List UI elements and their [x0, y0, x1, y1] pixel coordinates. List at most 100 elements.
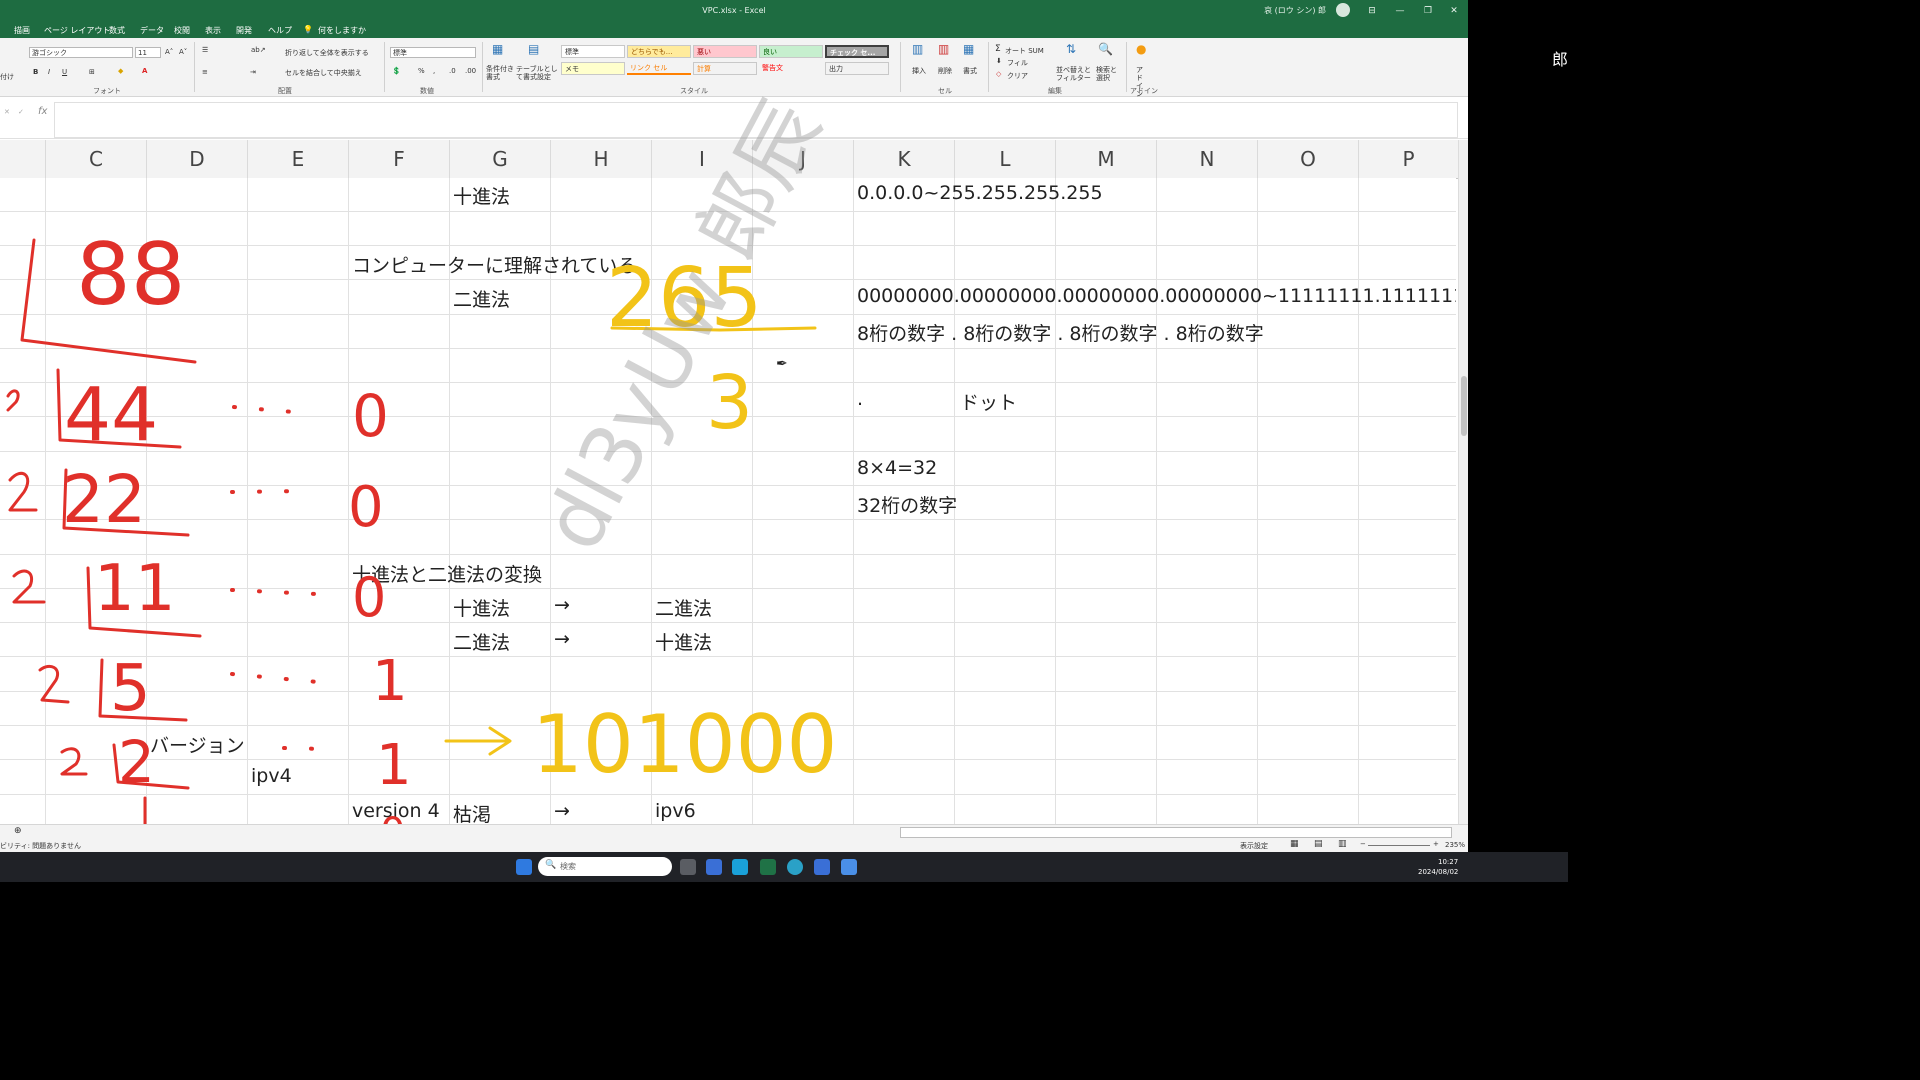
column-header-k[interactable]: K: [853, 140, 954, 178]
tab-page-layout[interactable]: ページ レイアウト: [44, 25, 110, 36]
addins-icon[interactable]: ●: [1136, 42, 1146, 56]
column-header-p[interactable]: P: [1358, 140, 1458, 178]
decimal-increase-icon[interactable]: .0: [449, 67, 456, 75]
cell-k-dot-char[interactable]: .: [857, 388, 863, 410]
cell-k-ip-range-decimal[interactable]: 0.0.0.0~255.255.255.255: [857, 182, 1103, 204]
cell-k-formula-32[interactable]: 8×4=32: [857, 457, 937, 479]
indent-icon[interactable]: ⇥: [250, 68, 256, 76]
format-cells-icon[interactable]: ▦: [963, 42, 974, 56]
windows-start-icon[interactable]: [516, 859, 532, 875]
number-format-select[interactable]: 標準: [390, 47, 476, 58]
delete-cells-button[interactable]: 削除: [938, 66, 952, 76]
accessibility-status[interactable]: ビリティ: 問題ありません: [0, 841, 81, 851]
cell-i14[interactable]: 十進法: [655, 628, 712, 655]
cell-l-dot-label[interactable]: ドット: [960, 388, 1017, 415]
confirm-entry-icon[interactable]: ✓: [18, 108, 24, 116]
percent-icon[interactable]: %: [418, 67, 425, 75]
excel-icon[interactable]: [760, 859, 776, 875]
column-header-c[interactable]: C: [45, 140, 146, 178]
cell-g13[interactable]: 十進法: [453, 594, 510, 621]
zoom-in-icon[interactable]: +: [1433, 840, 1439, 848]
tab-view[interactable]: 表示: [205, 25, 221, 36]
column-header-d[interactable]: D: [146, 140, 247, 178]
find-select-button[interactable]: 検索と 選択: [1096, 66, 1120, 82]
table-format-button[interactable]: テーブルとして書式設定: [516, 65, 558, 81]
cell-g-exhaustion[interactable]: 枯渇: [453, 800, 491, 824]
style-bad[interactable]: 悪い: [693, 45, 757, 58]
decrease-font-icon[interactable]: A˅: [179, 48, 187, 56]
cell-f-conversion-title[interactable]: 十進法と二進法の変換: [352, 560, 542, 587]
sort-filter-button[interactable]: 並べ替えと フィルター: [1056, 66, 1092, 82]
increase-font-icon[interactable]: A˄: [165, 48, 173, 56]
taskbar-search[interactable]: 🔍 検索: [538, 857, 672, 876]
style-memo[interactable]: メモ: [561, 62, 625, 75]
clear-icon[interactable]: ◇: [996, 70, 1001, 78]
cell-h13-arrow[interactable]: →: [554, 594, 570, 616]
ribbon-display-button[interactable]: ⊟: [1362, 2, 1382, 20]
app-icon[interactable]: [841, 859, 857, 875]
zoom-out-icon[interactable]: −: [1360, 840, 1366, 848]
vertical-scroll-thumb[interactable]: [1461, 376, 1467, 436]
font-color-icon[interactable]: A: [142, 67, 147, 75]
font-size-select[interactable]: 11: [135, 47, 161, 58]
cell-f-version4[interactable]: version 4: [352, 800, 440, 822]
paste-label[interactable]: 付け: [0, 72, 14, 82]
italic-button[interactable]: I: [48, 68, 50, 76]
column-header-o[interactable]: O: [1257, 140, 1358, 178]
cell-i-ipv6[interactable]: ipv6: [655, 800, 696, 822]
avatar[interactable]: [1336, 3, 1350, 17]
conditional-format-button[interactable]: 条件付き書式: [486, 65, 516, 81]
decimal-decrease-icon[interactable]: .00: [465, 67, 476, 75]
column-header-m[interactable]: M: [1055, 140, 1156, 178]
column-header-g[interactable]: G: [449, 140, 550, 178]
autosum-icon[interactable]: Σ: [995, 44, 1001, 54]
cell-g14[interactable]: 二進法: [453, 628, 510, 655]
comma-icon[interactable]: ,: [433, 67, 435, 75]
tab-review[interactable]: 校閲: [174, 25, 190, 36]
insert-cells-button[interactable]: 挿入: [912, 66, 926, 76]
normal-view-icon[interactable]: ▦: [1290, 839, 1299, 849]
find-select-icon[interactable]: 🔍: [1098, 42, 1113, 56]
orientation-icon[interactable]: ab↗: [251, 46, 266, 54]
sort-filter-icon[interactable]: ⇅: [1066, 42, 1076, 56]
restore-button[interactable]: ❐: [1418, 2, 1438, 20]
cell-k-32-digits[interactable]: 32桁の数字: [857, 491, 957, 518]
merge-center-button[interactable]: セルを結合して中央揃え: [285, 68, 362, 78]
column-header-f[interactable]: F: [348, 140, 449, 178]
cell-g-binary[interactable]: 二進法: [453, 285, 510, 312]
column-header-e[interactable]: E: [247, 140, 348, 178]
fill-color-icon[interactable]: ◆: [118, 67, 123, 75]
autosum-button[interactable]: オート SUM: [1005, 46, 1044, 56]
style-warning[interactable]: 警告文: [759, 62, 823, 75]
borders-icon[interactable]: ⊞: [89, 68, 95, 76]
todo-icon[interactable]: [706, 859, 722, 875]
column-header-l[interactable]: L: [954, 140, 1055, 178]
clear-button[interactable]: クリア: [1007, 71, 1028, 81]
close-button[interactable]: ✕: [1444, 2, 1464, 20]
add-sheet-icon[interactable]: ⊕: [14, 826, 22, 836]
column-header-n[interactable]: N: [1156, 140, 1257, 178]
horizontal-scrollbar[interactable]: [900, 827, 1452, 838]
currency-icon[interactable]: 💲: [392, 67, 401, 75]
page-layout-view-icon[interactable]: ▤: [1314, 839, 1323, 849]
bold-button[interactable]: B: [33, 68, 38, 76]
column-header-h[interactable]: H: [550, 140, 651, 178]
taskbar-date[interactable]: 2024/08/02: [1418, 868, 1458, 876]
format-cells-button[interactable]: 書式: [963, 66, 977, 76]
tab-help[interactable]: ヘルプ: [268, 25, 292, 36]
tab-data[interactable]: データ: [140, 25, 164, 36]
cancel-entry-icon[interactable]: ✕: [4, 108, 10, 116]
tell-me-search[interactable]: 何をしますか: [318, 25, 366, 36]
function-icon[interactable]: fx: [38, 106, 47, 117]
font-name-select[interactable]: 游ゴシック: [29, 47, 133, 58]
snipping-tool-icon[interactable]: [732, 859, 748, 875]
zoom-level[interactable]: 235%: [1445, 841, 1465, 849]
underline-button[interactable]: U: [62, 68, 67, 76]
cell-k-eight-digits[interactable]: 8桁の数字 . 8桁の数字 . 8桁の数字 . 8桁の数字: [857, 319, 1264, 346]
style-check-cell[interactable]: チェック セ...: [825, 45, 889, 58]
delete-cells-icon[interactable]: ▥: [938, 42, 949, 56]
tab-formulas[interactable]: 数式: [109, 25, 125, 36]
align-left-icon[interactable]: ≡: [202, 68, 208, 76]
minimize-button[interactable]: —: [1390, 2, 1410, 20]
style-good[interactable]: 良い: [759, 45, 823, 58]
